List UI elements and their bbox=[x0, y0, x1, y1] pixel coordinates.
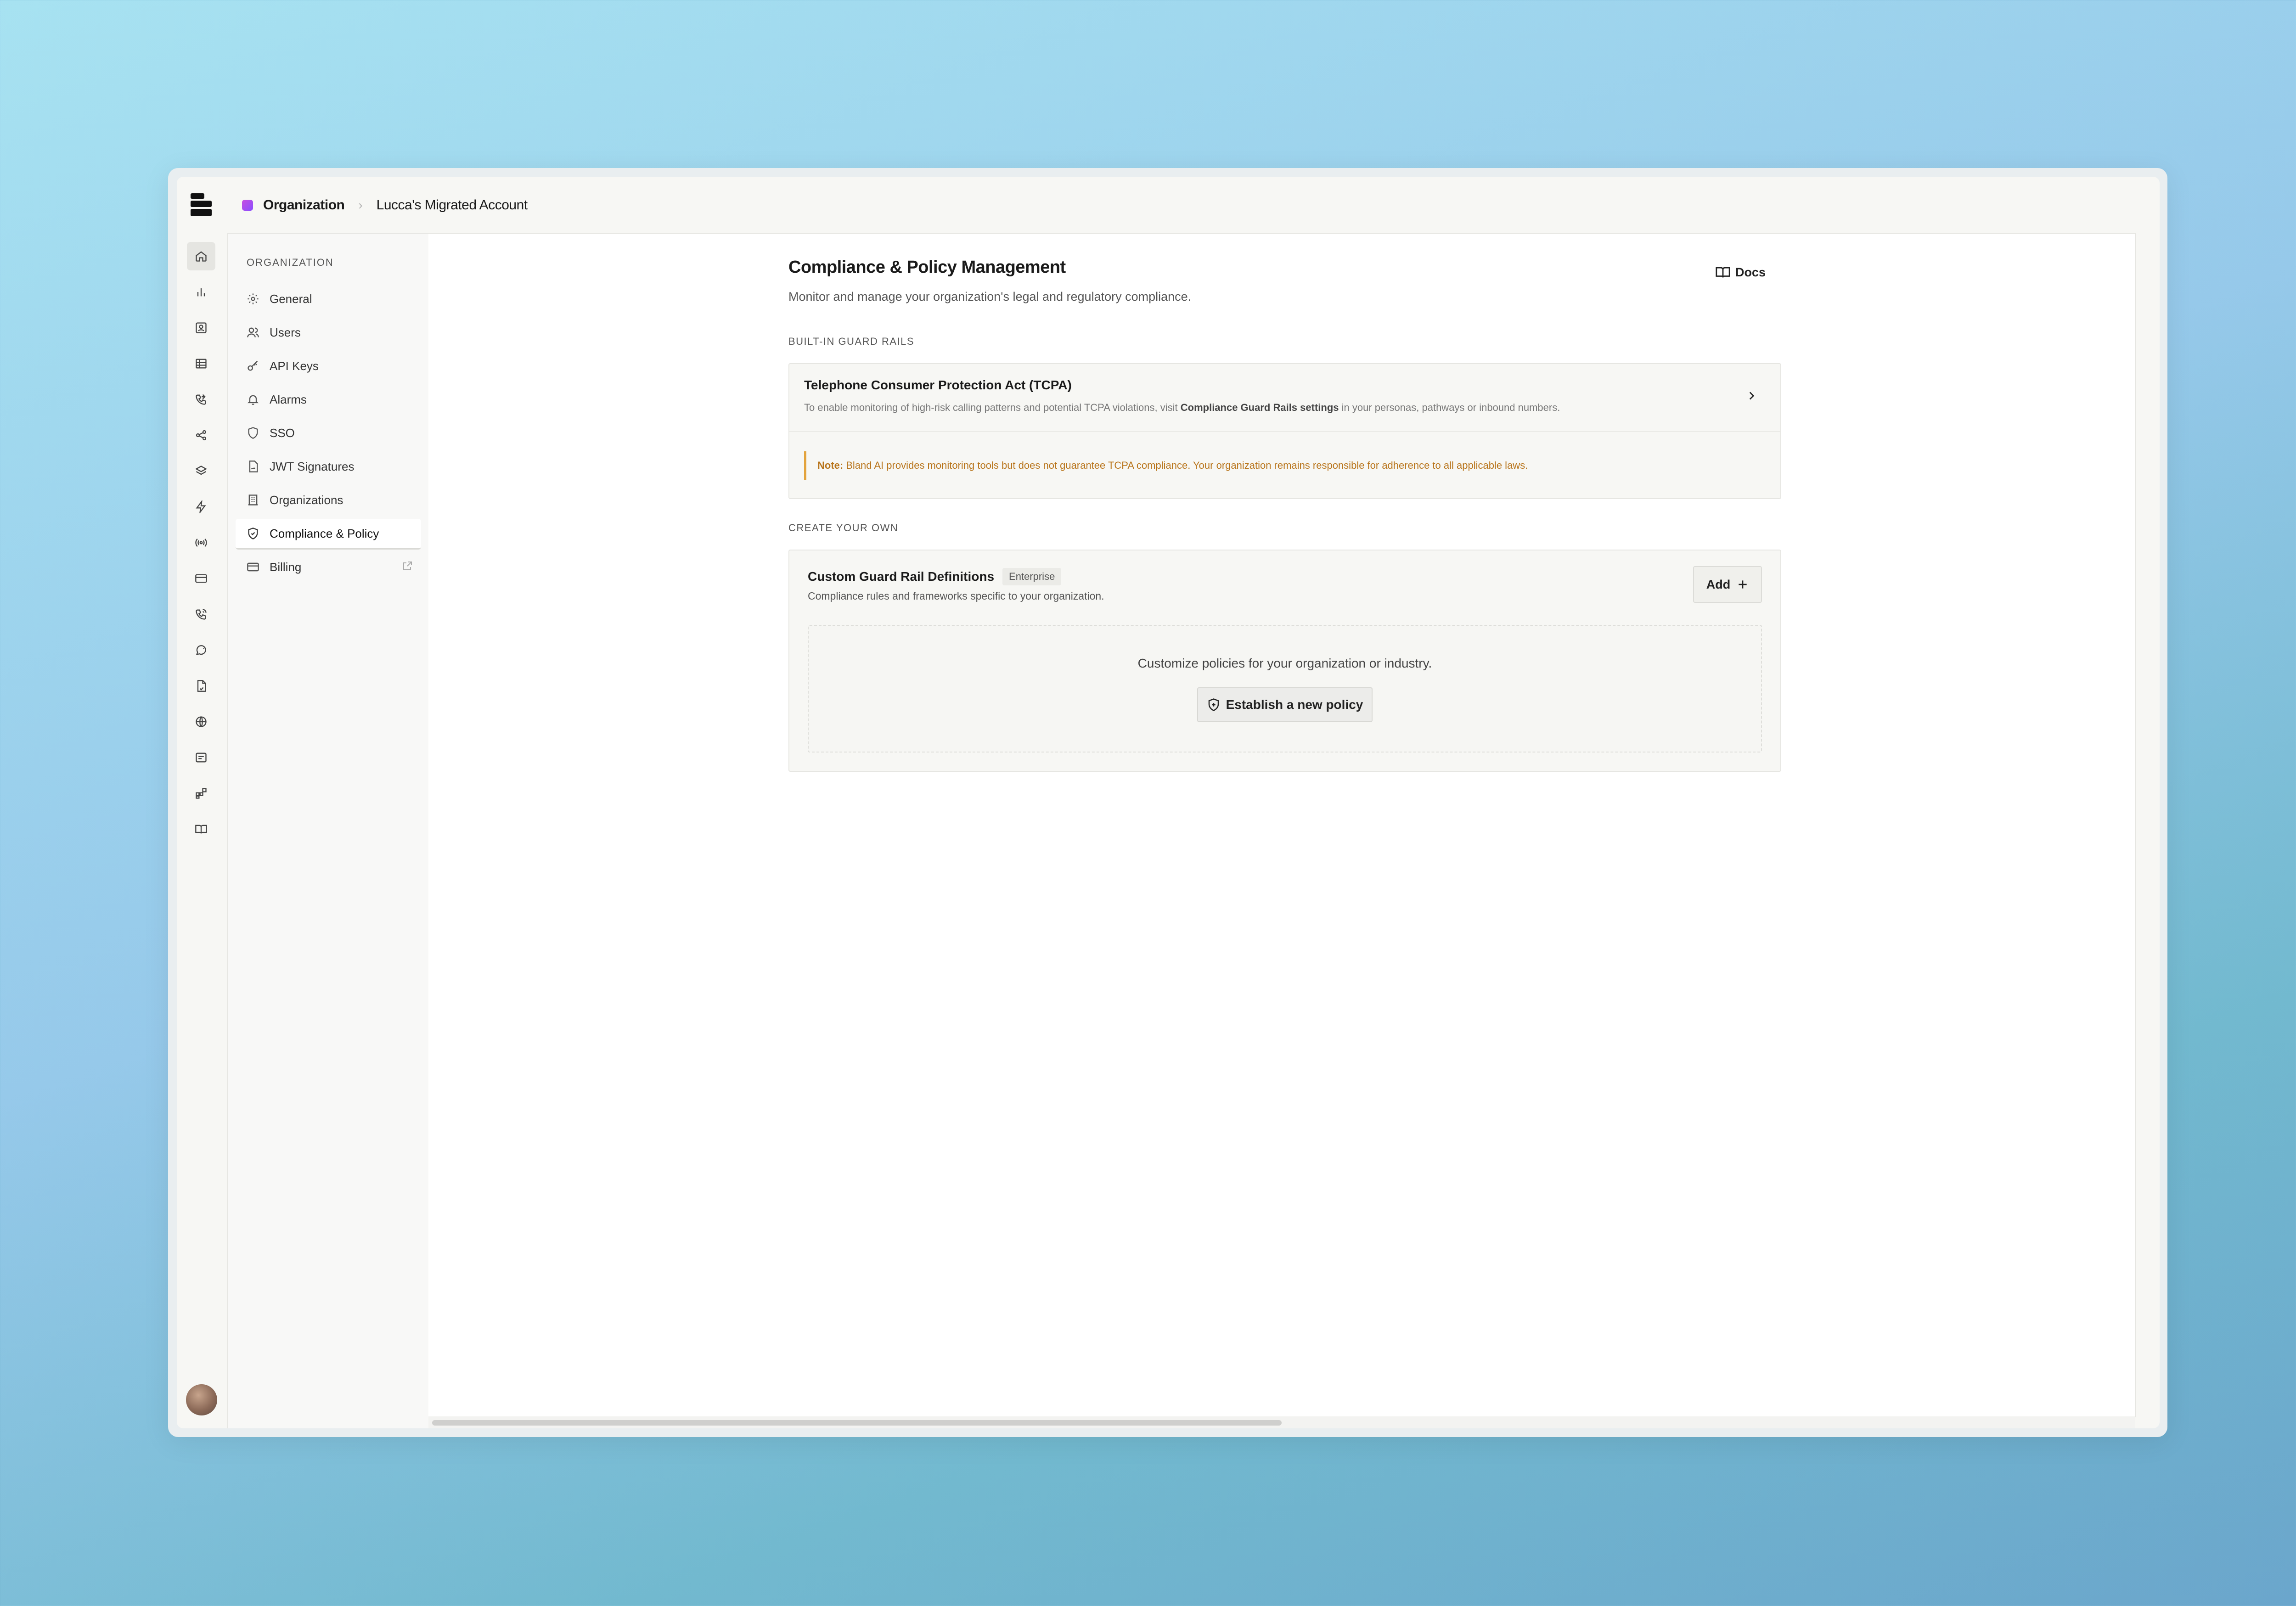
sidebar-item-jwt-signatures[interactable]: JWT Signatures bbox=[236, 452, 421, 481]
establish-label: Establish a new policy bbox=[1226, 697, 1363, 712]
page-subtitle: Monitor and manage your organization's l… bbox=[788, 290, 1192, 303]
tcpa-desc-link[interactable]: Compliance Guard Rails settings bbox=[1181, 402, 1339, 413]
main-content: Compliance & Policy Management Monitor a… bbox=[428, 233, 2136, 1417]
sidebar-item-label: Compliance & Policy bbox=[270, 526, 379, 540]
sidebar-item-compliance-policy[interactable]: Compliance & Policy bbox=[236, 519, 421, 550]
bar-chart-icon[interactable] bbox=[187, 278, 215, 306]
bell-icon bbox=[247, 393, 259, 406]
sidebar-heading: ORGANIZATION bbox=[247, 257, 334, 268]
gear-icon bbox=[247, 292, 259, 305]
sidebar-item-label: Alarms bbox=[270, 392, 307, 406]
scrollbar-thumb[interactable] bbox=[432, 1420, 1282, 1426]
breadcrumb: Organization › Lucca's Migrated Account bbox=[242, 194, 528, 216]
tcpa-note: Note: Bland AI provides monitoring tools … bbox=[804, 451, 1528, 480]
sidebar-item-label: Organizations bbox=[270, 493, 343, 507]
breadcrumb-organization[interactable]: Organization bbox=[263, 197, 345, 213]
broadcast-icon[interactable] bbox=[187, 528, 215, 557]
key-icon bbox=[247, 359, 259, 372]
sidebar-item-general[interactable]: General bbox=[236, 284, 421, 314]
tcpa-description: To enable monitoring of high-risk callin… bbox=[804, 402, 1560, 414]
icon-rail bbox=[177, 233, 226, 1428]
building-icon bbox=[247, 494, 259, 506]
breadcrumb-account[interactable]: Lucca's Migrated Account bbox=[377, 197, 528, 213]
shield-plus-icon bbox=[1208, 698, 1219, 711]
home-icon[interactable] bbox=[187, 242, 215, 270]
credit-card-icon bbox=[247, 561, 259, 573]
shield-icon bbox=[247, 427, 259, 439]
docs-button[interactable]: Docs bbox=[1715, 262, 1766, 282]
user-avatar[interactable] bbox=[186, 1384, 217, 1415]
sidebar-item-label: Billing bbox=[270, 560, 302, 574]
external-link-icon bbox=[403, 562, 412, 570]
tcpa-title[interactable]: Telephone Consumer Protection Act (TCPA) bbox=[804, 378, 1072, 393]
book-icon[interactable] bbox=[187, 815, 215, 843]
empty-policies-box: Customize policies for your organization… bbox=[808, 625, 1762, 752]
users-icon bbox=[247, 326, 259, 339]
page-title: Compliance & Policy Management bbox=[788, 258, 1066, 277]
note-text: Bland AI provides monitoring tools but d… bbox=[846, 460, 1528, 471]
chevron-right-icon[interactable] bbox=[1745, 390, 1757, 402]
app-window: Organization › Lucca's Migrated Account bbox=[177, 177, 2160, 1428]
sidebar-item-label: SSO bbox=[270, 426, 295, 440]
bland-logo[interactable] bbox=[191, 193, 212, 216]
layers-icon[interactable] bbox=[187, 457, 215, 485]
add-button[interactable]: Add bbox=[1693, 566, 1762, 603]
credit-card-icon[interactable] bbox=[187, 564, 215, 593]
note-label: Note: bbox=[817, 460, 844, 471]
widgets-icon[interactable] bbox=[187, 779, 215, 808]
create-section-label: CREATE YOUR OWN bbox=[788, 522, 899, 533]
sidebar-item-label: Users bbox=[270, 325, 301, 339]
contact-card-icon[interactable] bbox=[187, 314, 215, 342]
message-square-icon[interactable] bbox=[187, 743, 215, 772]
tcpa-desc-pre: To enable monitoring of high-risk callin… bbox=[804, 402, 1181, 413]
sidebar-item-api-keys[interactable]: API Keys bbox=[236, 351, 421, 381]
sidebar-item-billing[interactable]: Billing bbox=[236, 552, 421, 582]
establish-policy-button[interactable]: Establish a new policy bbox=[1197, 687, 1373, 722]
sidebar-item-users[interactable]: Users bbox=[236, 318, 421, 347]
breadcrumb-separator: › bbox=[358, 198, 363, 212]
card-divider bbox=[789, 431, 1780, 432]
chat-bubble-icon[interactable] bbox=[187, 636, 215, 664]
sidebar-item-label: JWT Signatures bbox=[270, 459, 355, 473]
sidebar-item-sso[interactable]: SSO bbox=[236, 418, 421, 448]
sidebar-item-label: General bbox=[270, 292, 312, 306]
shield-check-icon bbox=[247, 527, 259, 540]
sidebar-item-alarms[interactable]: Alarms bbox=[236, 385, 421, 414]
custom-title-text: Custom Guard Rail Definitions bbox=[808, 569, 995, 584]
plus-icon bbox=[1739, 580, 1747, 589]
settings-sidebar: ORGANIZATION General Users API Keys Alar… bbox=[227, 233, 430, 1428]
sidebar-item-label: API Keys bbox=[270, 359, 319, 373]
sidebar-item-organizations[interactable]: Organizations bbox=[236, 485, 421, 515]
lightning-icon[interactable] bbox=[187, 493, 215, 521]
book-open-icon bbox=[1716, 267, 1730, 278]
custom-guard-rail-title: Custom Guard Rail Definitions Enterprise bbox=[808, 568, 1062, 585]
phone-forward-icon[interactable] bbox=[187, 385, 215, 414]
empty-state-text: Customize policies for your organization… bbox=[1137, 656, 1432, 670]
tcpa-card: Telephone Consumer Protection Act (TCPA)… bbox=[788, 363, 1781, 499]
custom-guard-rail-description: Compliance rules and frameworks specific… bbox=[808, 590, 1104, 602]
file-signature-icon bbox=[247, 460, 259, 473]
tcpa-desc-post: in your personas, pathways or inbound nu… bbox=[1339, 402, 1560, 413]
docs-label: Docs bbox=[1735, 265, 1766, 279]
organization-dot-icon bbox=[242, 200, 253, 211]
share-nodes-icon[interactable] bbox=[187, 421, 215, 449]
builtin-section-label: BUILT-IN GUARD RAILS bbox=[788, 336, 915, 347]
table-icon[interactable] bbox=[187, 349, 215, 378]
horizontal-scrollbar[interactable] bbox=[428, 1416, 2135, 1428]
custom-guard-rail-card: Custom Guard Rail Definitions Enterprise… bbox=[788, 550, 1781, 772]
phone-call-icon[interactable] bbox=[187, 600, 215, 629]
top-bar: Organization › Lucca's Migrated Account bbox=[177, 177, 2160, 233]
globe-icon[interactable] bbox=[187, 708, 215, 736]
document-icon[interactable] bbox=[187, 672, 215, 700]
enterprise-badge: Enterprise bbox=[1002, 568, 1062, 585]
add-label: Add bbox=[1706, 577, 1731, 591]
